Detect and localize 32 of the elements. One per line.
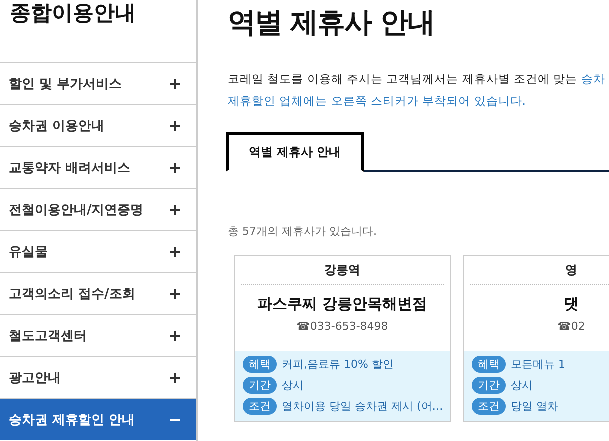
plus-icon — [170, 330, 180, 340]
intro-text: 코레일 철도를 이용해 주시는 고객님께서는 제휴사별 조건에 맞는 승차 제휴할인 업체에는 오른쪽 스티커가 부착되어 있습니다. — [228, 71, 606, 110]
plus-icon — [170, 162, 180, 172]
partner-name: 파스쿠찌 강릉안목해변점 — [256, 295, 429, 314]
plus-icon — [170, 204, 180, 214]
detail-label: 기간 — [472, 377, 506, 394]
page-title: 역별 제휴사 안내 — [228, 5, 436, 41]
detail-value: 당일 열차 — [511, 399, 558, 414]
partner-name: 댓 — [563, 295, 580, 314]
phone-number: ☎02 — [556, 320, 586, 333]
detail-value: 커피,음료류 10% 할인 — [282, 357, 394, 372]
sidebar-menu-item[interactable]: 승차권 제휴할인 안내 — [0, 398, 196, 440]
detail-label: 혜택 — [243, 356, 277, 373]
detail-value: 상시 — [511, 378, 533, 393]
detail-value: 모든메뉴 1 — [511, 357, 566, 372]
station-name: 강릉역 — [241, 256, 444, 285]
plus-icon — [170, 372, 180, 382]
phone-number: ☎033-653-8498 — [296, 320, 390, 333]
plus-icon — [170, 246, 180, 256]
partner-count-text: 총 57개의 제휴사가 있습니다. — [228, 224, 378, 239]
detail-label: 조건 — [472, 398, 506, 415]
detail-label: 기간 — [243, 377, 277, 394]
sidebar-title: 종합이용안내 — [10, 0, 137, 27]
plus-icon — [170, 78, 180, 88]
detail-label: 혜택 — [472, 356, 506, 373]
detail-label: 조건 — [243, 398, 277, 415]
tab[interactable]: 역별 제휴사 안내 — [226, 132, 364, 172]
detail-value: 열차이용 당일 승차권 제시 (어… — [282, 399, 444, 414]
station-name: 영 — [470, 256, 609, 285]
plus-icon — [170, 288, 180, 298]
plus-icon — [170, 120, 180, 130]
detail-value: 상시 — [282, 378, 304, 393]
